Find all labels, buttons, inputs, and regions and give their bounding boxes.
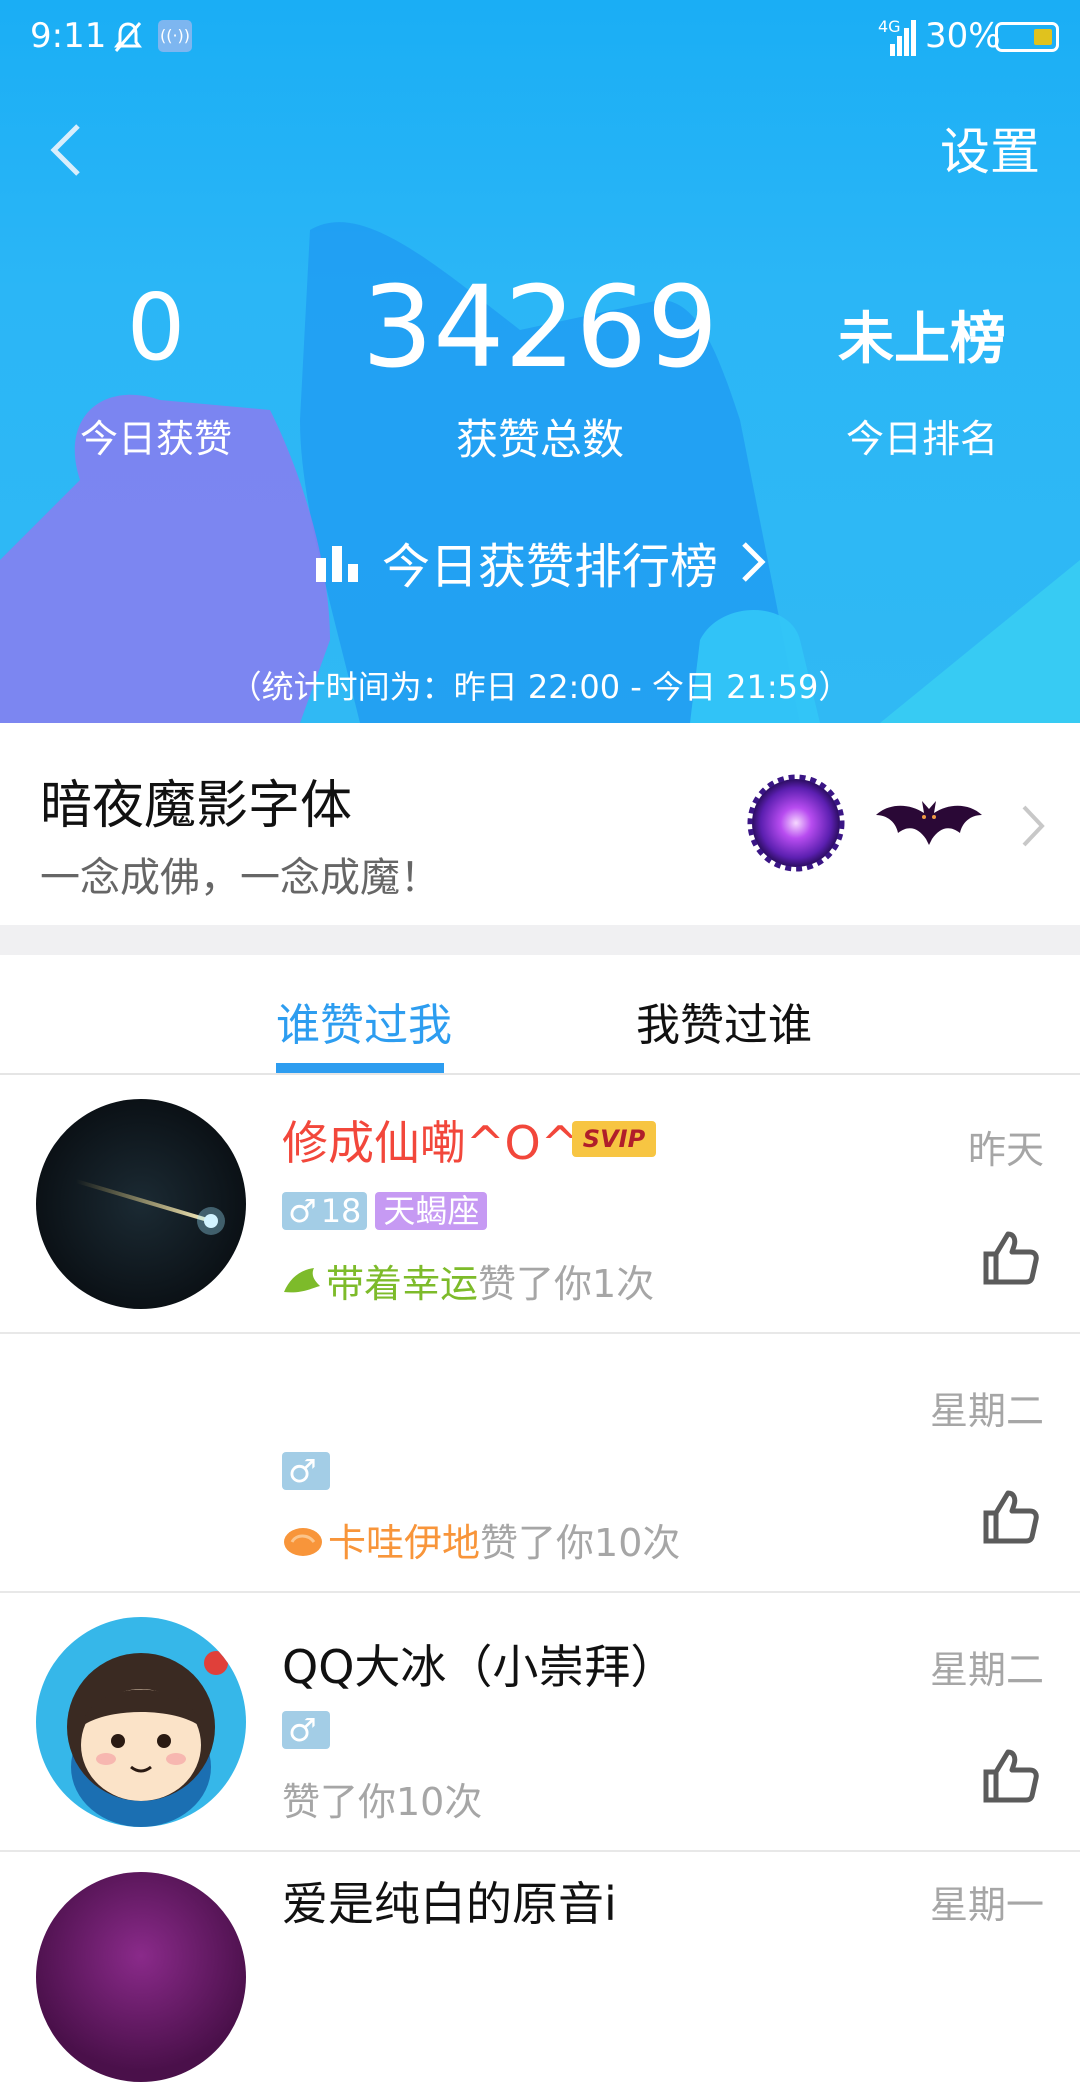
bell-muted-icon — [114, 22, 142, 52]
tab-i-liked[interactable]: 我赞过谁 — [636, 989, 812, 1053]
status-bar: 9:11 ((·)) 4G 30% — [0, 0, 1080, 72]
active-tab-indicator — [276, 1063, 444, 1073]
bat-icon — [876, 801, 982, 845]
like-date: 星期一 — [929, 1883, 1044, 1927]
like-date: 星期二 — [929, 1389, 1044, 1433]
section-divider — [0, 925, 1080, 955]
bar-chart-icon — [316, 546, 358, 582]
avatar[interactable] — [36, 1617, 246, 1827]
gender-tag: ♂ — [282, 1711, 330, 1749]
signal-icon — [890, 20, 916, 56]
male-icon: ♂ — [288, 1192, 317, 1230]
user-name: 修成仙嘞^O^ — [282, 1116, 580, 1170]
header-banner: 9:11 ((·)) 4G 30% 设置 0 今日获赞 34269 获赞总数 未… — [0, 0, 1080, 723]
tab-bar: 谁赞过我 我赞过谁 — [0, 955, 1080, 1075]
total-likes-value: 34269 — [361, 263, 719, 393]
like-summary: 赞了你10次 — [282, 1771, 482, 1826]
lucky-medal-icon — [284, 1267, 320, 1292]
list-item[interactable]: QQ大冰（小崇拜） 星期二 ♂ 赞了你10次 — [0, 1593, 1080, 1852]
chevron-right-icon — [742, 542, 766, 582]
male-icon: ♂ — [288, 1452, 317, 1490]
list-item[interactable]: 星期二 ♂ 卡哇伊地 赞了你10次 — [0, 1334, 1080, 1593]
gender-tag: ♂ 18 — [282, 1192, 368, 1230]
today-likes-label: 今日获赞 — [79, 417, 232, 461]
medal-text: 带着幸运 — [326, 1262, 479, 1306]
thumbs-up-icon[interactable] — [980, 1746, 1040, 1806]
profile-tags: ♂ — [282, 1452, 330, 1490]
like-summary: 卡哇伊地 赞了你10次 — [282, 1512, 680, 1567]
leaderboard-link[interactable]: 今日获赞排行榜 — [316, 532, 768, 595]
today-rank-value: 未上榜 — [838, 307, 1006, 372]
today-rank-label: 今日排名 — [845, 417, 998, 461]
like-count-text: 赞了你10次 — [282, 1780, 483, 1824]
font-promo-subtitle: 一念成佛，一念成魔！ — [40, 855, 440, 901]
status-time: 9:11 — [30, 16, 107, 56]
list-item[interactable]: 爱是纯白的原音i 星期一 — [0, 1852, 1080, 2082]
total-likes-label: 获赞总数 — [455, 415, 624, 464]
hotspot-icon: ((·)) — [158, 20, 192, 52]
list-item[interactable]: 修成仙嘞^O^ SVIP 昨天 ♂ 18 天蝎座 带着幸运 赞了你1次 — [0, 1075, 1080, 1334]
gender-tag: ♂ — [282, 1452, 330, 1490]
like-summary: 带着幸运 赞了你1次 — [282, 1253, 654, 1308]
font-promo-title: 暗夜魔影字体 — [40, 776, 353, 836]
svip-badge: SVIP — [572, 1121, 656, 1157]
like-date: 星期二 — [929, 1648, 1044, 1692]
male-icon: ♂ — [288, 1711, 317, 1749]
chevron-right-icon — [1022, 805, 1045, 847]
purple-orb-icon — [747, 774, 845, 872]
kawaii-medal-icon — [284, 1527, 322, 1556]
user-name: 爱是纯白的原音i — [282, 1877, 617, 1931]
leaderboard-label: 今日获赞排行榜 — [382, 539, 719, 595]
thumbs-up-icon[interactable] — [980, 1228, 1040, 1288]
like-count-text: 赞了你10次 — [480, 1521, 681, 1565]
font-promo-banner[interactable]: 暗夜魔影字体 一念成佛，一念成魔！ — [0, 723, 1080, 925]
constellation-tag: 天蝎座 — [375, 1192, 488, 1230]
back-arrow-icon[interactable] — [48, 122, 82, 178]
like-count-text: 赞了你1次 — [478, 1262, 655, 1306]
thumbs-up-icon[interactable] — [980, 1487, 1040, 1547]
user-name: QQ大冰（小崇拜） — [282, 1640, 677, 1694]
medal-text: 卡哇伊地 — [328, 1521, 481, 1565]
tab-who-liked-me[interactable]: 谁赞过我 — [276, 989, 452, 1053]
battery-percent: 30% — [925, 16, 1001, 56]
settings-button[interactable]: 设置 — [940, 112, 1040, 184]
profile-tags: ♂ 18 天蝎座 — [282, 1192, 488, 1230]
today-likes-value: 0 — [126, 274, 186, 381]
stat-period-text: （统计时间为：昨日 22:00 - 今日 21:59） — [229, 668, 851, 706]
profile-tags: ♂ — [282, 1711, 330, 1749]
like-date: 昨天 — [967, 1128, 1044, 1172]
battery-icon — [995, 22, 1059, 52]
age-text: 18 — [320, 1192, 362, 1230]
avatar[interactable] — [36, 1872, 246, 2082]
avatar[interactable] — [36, 1099, 246, 1309]
